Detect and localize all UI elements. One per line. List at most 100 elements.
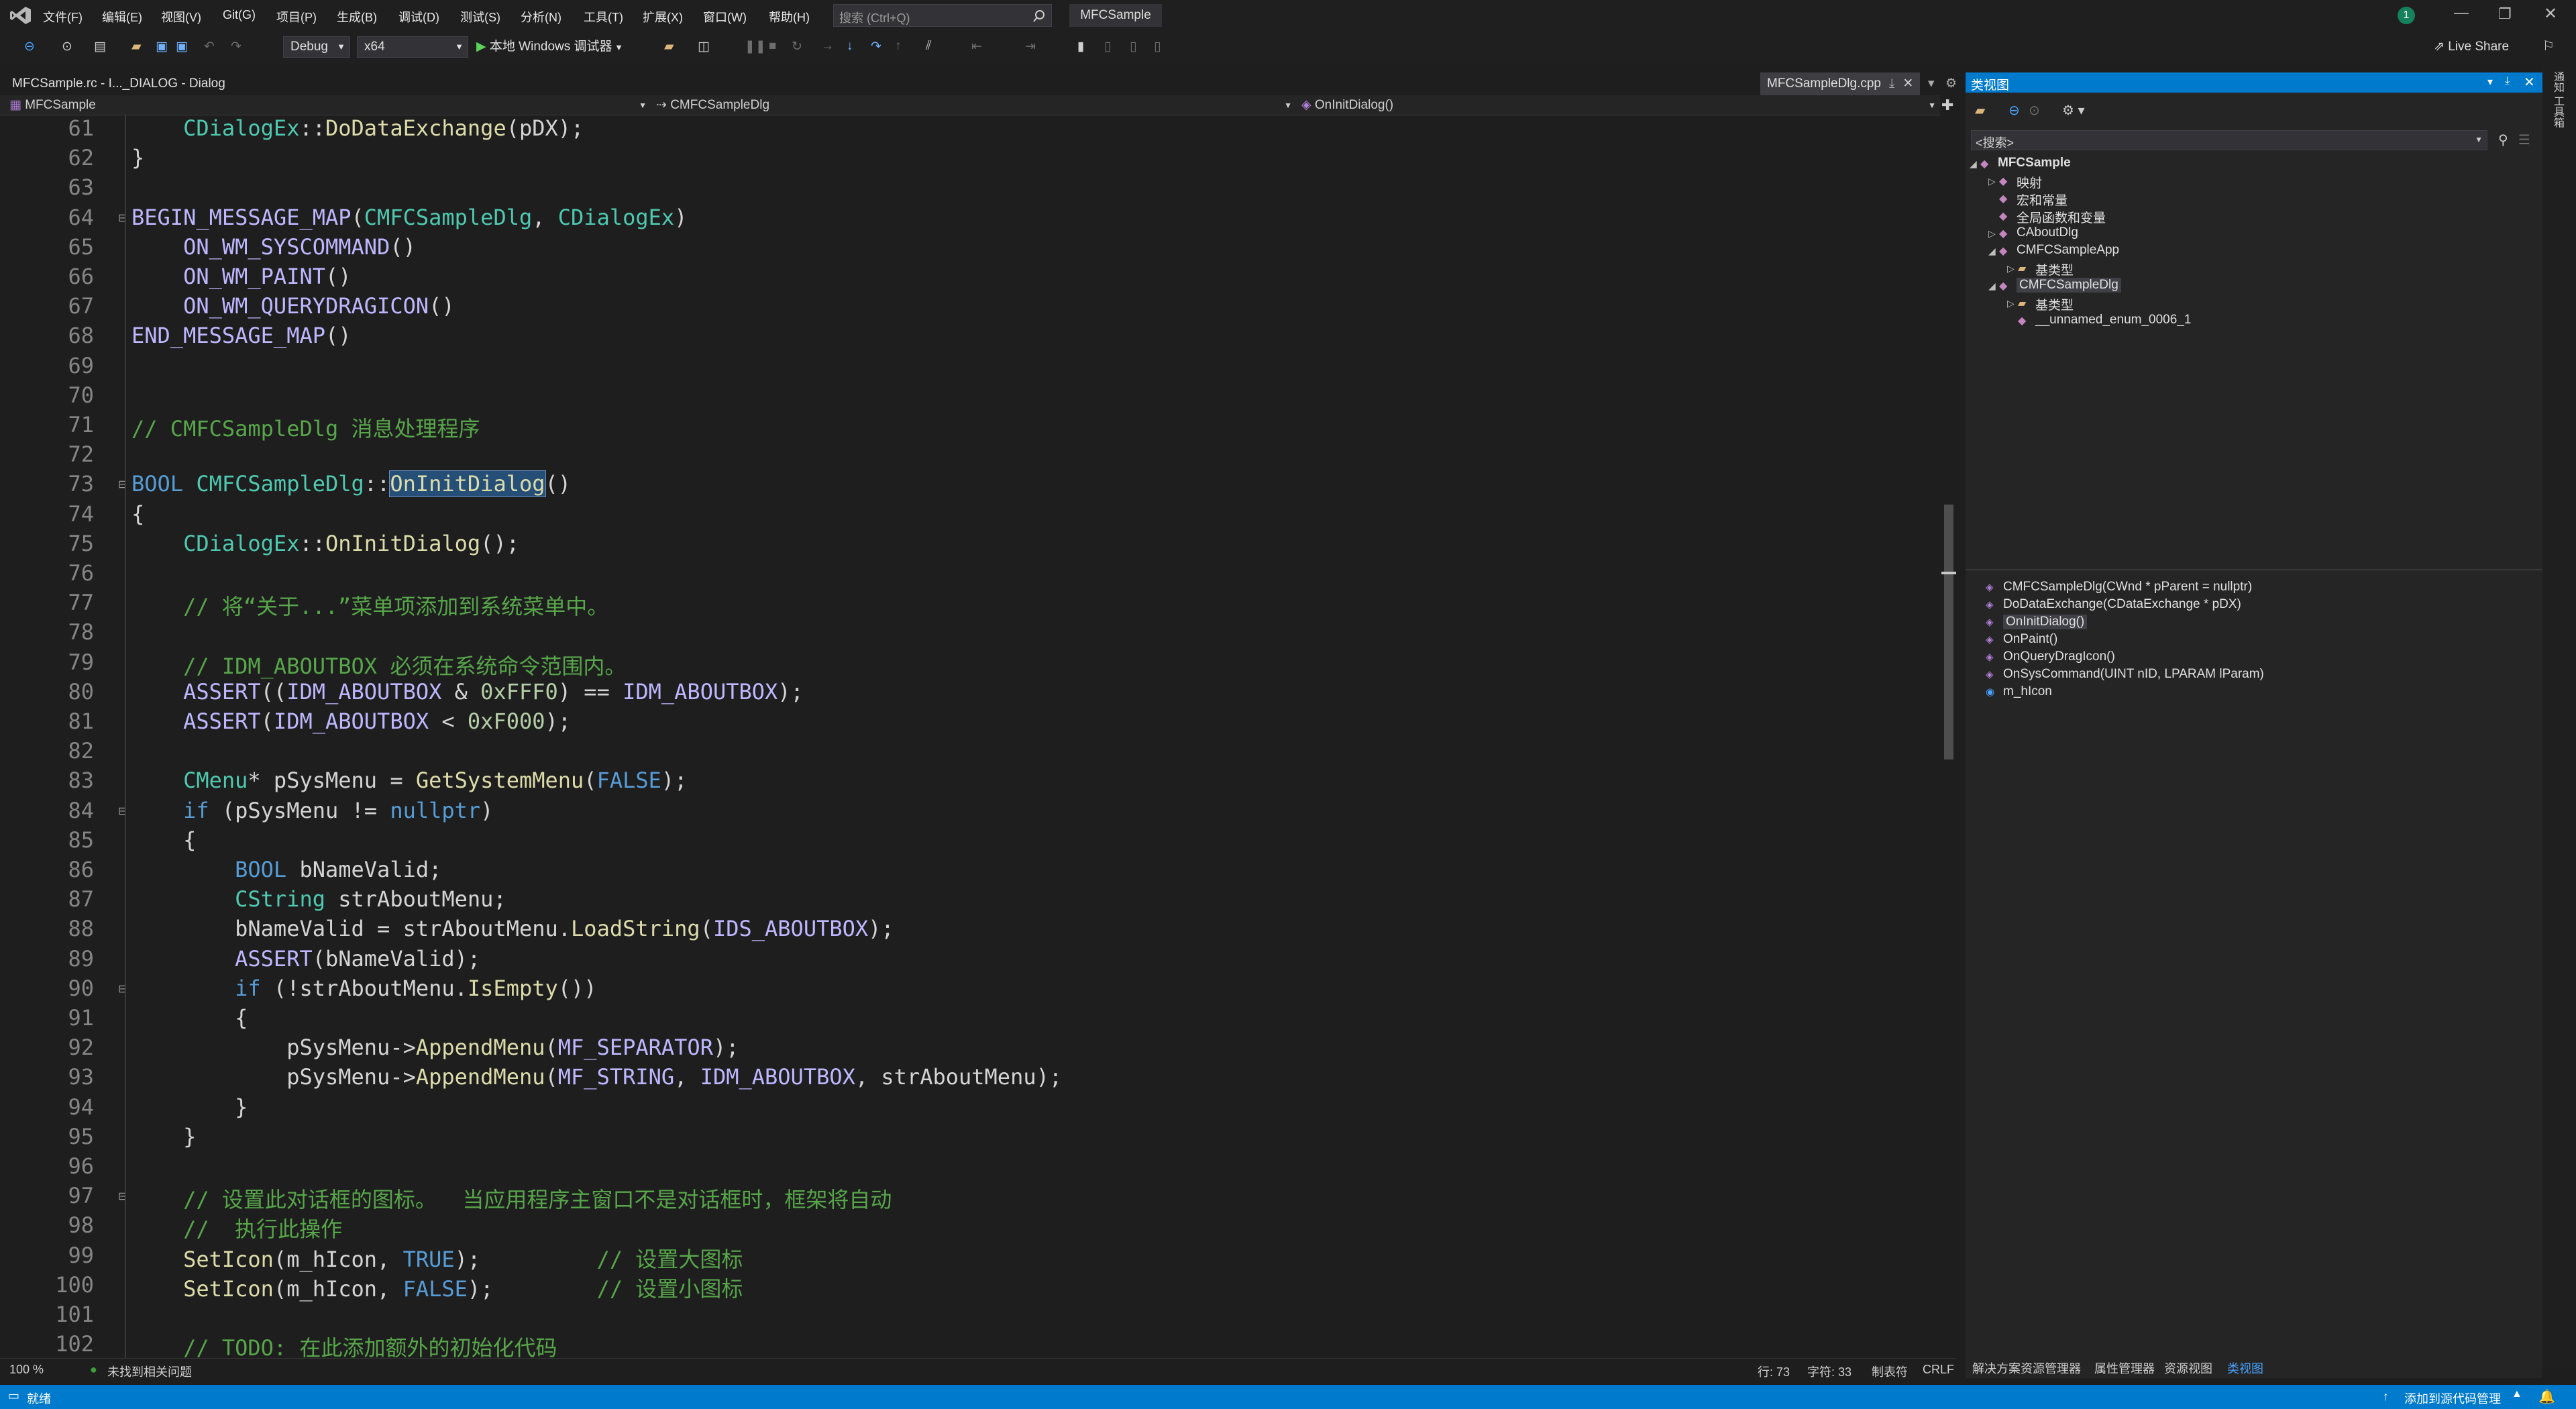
bookmark-icon[interactable]: ▮ xyxy=(1077,39,1084,54)
code-line[interactable]: // 设置此对话框的图标。 当应用程序主窗口不是对话框时，框架将自动 xyxy=(131,1183,892,1214)
filter-icon[interactable]: ☰ xyxy=(2518,132,2530,148)
prev-bookmark-icon[interactable]: ▯ xyxy=(1104,39,1111,54)
back-icon[interactable]: ⊖ xyxy=(24,39,35,54)
redo-icon[interactable]: ↷ xyxy=(231,39,241,54)
menu-item[interactable]: 视图(V) xyxy=(161,8,201,25)
code-line[interactable]: // 执行此操作 xyxy=(131,1212,342,1243)
code-line[interactable]: // IDM_ABOUTBOX 必须在系统命令范围内。 xyxy=(131,649,626,680)
tree-item[interactable]: 宏和常量 xyxy=(2017,191,2068,209)
restart-icon[interactable]: ↻ xyxy=(792,39,802,54)
code-line[interactable]: } xyxy=(131,1094,248,1120)
menu-item[interactable]: 生成(B) xyxy=(337,8,377,25)
tree-item[interactable]: 基类型 xyxy=(2035,295,2074,313)
code-line[interactable]: { xyxy=(131,827,196,853)
class-nav-dropdown[interactable]: ⇢ CMFCSampleDlg ▼ xyxy=(651,95,1296,115)
menu-item[interactable]: 窗口(W) xyxy=(703,8,747,25)
back-icon[interactable]: ⊖ xyxy=(2008,102,2020,119)
code-line[interactable]: ON_WM_SYSCOMMAND() xyxy=(131,234,416,260)
code-line[interactable]: END_MESSAGE_MAP() xyxy=(131,323,352,348)
pin-icon[interactable]: ⤓ xyxy=(2505,75,2510,87)
tab-overflow-icon[interactable]: ▾ xyxy=(1928,72,1935,95)
tab-mfcsampledlg-cpp[interactable]: MFCSampleDlg.cpp ⤓ ✕ xyxy=(1760,72,1921,95)
code-line[interactable]: } xyxy=(131,145,144,170)
menu-item[interactable]: 编辑(E) xyxy=(102,8,142,25)
code-line[interactable]: pSysMenu->AppendMenu(MF_STRING, IDM_ABOU… xyxy=(131,1064,1062,1090)
code-line[interactable]: { xyxy=(131,1005,248,1031)
split-editor-icon[interactable]: ✚ xyxy=(1941,97,1953,114)
outdent-icon[interactable]: ⇥ xyxy=(1025,39,1036,54)
new-folder-icon[interactable]: ▰ xyxy=(1975,102,1985,119)
menu-item[interactable]: Git(G) xyxy=(223,8,256,22)
code-line[interactable]: // 将“关于...”菜单项添加到系统菜单中。 xyxy=(131,590,608,621)
code-line[interactable]: bNameValid = strAboutMenu.LoadString(IDS… xyxy=(131,916,894,941)
close-window-button[interactable]: ✕ xyxy=(2544,4,2557,23)
panel-tab[interactable]: 资源视图 xyxy=(2164,1359,2212,1377)
code-line[interactable]: BEGIN_MESSAGE_MAP(CMFCSampleDlg, CDialog… xyxy=(131,205,687,230)
code-line[interactable]: if (pSysMenu != nullptr) xyxy=(131,798,493,823)
tree-item[interactable]: __unnamed_enum_0006_1 xyxy=(2035,313,2191,327)
code-line[interactable]: ON_WM_PAINT() xyxy=(131,264,351,289)
pause-icon[interactable]: ❚❚ xyxy=(745,39,766,54)
minimize-button[interactable]: — xyxy=(2454,4,2469,21)
tree-item[interactable]: CMFCSampleDlg xyxy=(2017,278,2121,293)
member-item[interactable]: DoDataExchange(CDataExchange * pDX) xyxy=(2003,597,2241,612)
step-into-icon[interactable]: ↓ xyxy=(847,39,853,54)
menu-item[interactable]: 测试(S) xyxy=(460,8,500,25)
config-dropdown[interactable]: Debug ▼ xyxy=(283,36,350,58)
search-icon[interactable]: ⚲ xyxy=(2498,132,2508,148)
code-line[interactable]: ASSERT(bNameValid); xyxy=(131,946,480,972)
live-share-button[interactable]: ⇗ Live Share xyxy=(2434,39,2509,54)
panel-tab[interactable]: 类视图 xyxy=(2227,1359,2263,1377)
tree-item[interactable]: CMFCSampleApp xyxy=(2017,243,2119,258)
settings-gear-icon[interactable]: ⚙ xyxy=(1945,72,1957,95)
menu-item[interactable]: 调试(D) xyxy=(398,8,439,25)
forward-icon[interactable]: ⊙ xyxy=(62,39,72,54)
undo-icon[interactable]: ↶ xyxy=(204,39,215,54)
step-out-icon[interactable]: ↑ xyxy=(895,39,902,54)
restore-button[interactable]: ❐ xyxy=(2498,5,2512,23)
menu-item[interactable]: 分析(N) xyxy=(521,8,561,25)
panel-tab[interactable]: 解决方案资源管理器 xyxy=(1972,1359,2081,1377)
folder-icon[interactable]: ▰ xyxy=(664,39,674,54)
new-project-icon[interactable]: ▤ xyxy=(94,39,106,54)
code-line[interactable]: ON_WM_QUERYDRAGICON() xyxy=(131,293,455,319)
menu-item[interactable]: 帮助(H) xyxy=(769,8,810,25)
expand-arrow-icon[interactable]: ▷ xyxy=(2007,263,2015,274)
step-over-icon[interactable]: ↷ xyxy=(871,39,881,54)
tab-resource-dialog[interactable]: MFCSample.rc - I..._DIALOG - Dialog xyxy=(12,72,225,95)
member-item[interactable]: OnQueryDragIcon() xyxy=(2003,649,2115,664)
menu-item[interactable]: 扩展(X) xyxy=(643,8,683,25)
code-line[interactable]: } xyxy=(131,1124,196,1149)
start-debug-button[interactable]: ▶ 本地 Windows 调试器 ▼ xyxy=(476,36,623,58)
code-line[interactable]: { xyxy=(131,501,144,527)
code-editor[interactable]: 61 CDialogEx::DoDataExchange(pDX); 62} 63 6… xyxy=(0,115,1956,1386)
classview-search-input[interactable]: <搜索> ▼ xyxy=(1971,130,2487,150)
collapse-arrow-icon[interactable]: ◢ xyxy=(1988,280,1996,292)
panel-dropdown-icon[interactable]: ▾ xyxy=(2487,75,2493,89)
feedback-icon[interactable]: ⚐ xyxy=(2542,38,2555,54)
member-item[interactable]: OnSysCommand(UINT nID, LPARAM lParam) xyxy=(2003,667,2264,682)
search-box[interactable]: 搜索 (Ctrl+Q) xyxy=(833,4,1052,27)
tree-item[interactable]: MFCSample xyxy=(1998,156,2071,170)
eol-mode[interactable]: CRLF xyxy=(1923,1363,1954,1377)
member-item[interactable]: OnInitDialog() xyxy=(2003,615,2088,629)
menu-item[interactable]: 项目(P) xyxy=(276,8,317,25)
open-folder-icon[interactable]: ▰ xyxy=(131,39,142,54)
scrollbar-thumb[interactable] xyxy=(1944,505,1953,760)
notification-badge[interactable]: 1 xyxy=(2398,7,2415,24)
indent-icon[interactable]: ⇤ xyxy=(971,39,982,54)
code-line[interactable]: if (!strAboutMenu.IsEmpty()) xyxy=(131,976,596,1001)
code-line[interactable]: // CMFCSampleDlg 消息处理程序 xyxy=(131,412,480,443)
code-line[interactable]: BOOL bNameValid; xyxy=(131,857,441,882)
save-icon[interactable]: ▣ xyxy=(156,39,168,54)
code-line[interactable]: ASSERT((IDM_ABOUTBOX & 0xFFF0) == IDM_AB… xyxy=(131,679,804,704)
issues-status[interactable]: 未找到相关问题 xyxy=(107,1363,192,1380)
menu-item[interactable]: 工具(T) xyxy=(584,8,623,25)
tabs-mode[interactable]: 制表符 xyxy=(1872,1363,1908,1380)
menu-item[interactable]: 文件(F) xyxy=(43,8,83,25)
tree-item[interactable]: CAboutDlg xyxy=(2017,225,2078,240)
toolbox-tab[interactable]: 通知 工具箱 xyxy=(2552,71,2565,127)
vertical-scrollbar[interactable] xyxy=(1941,115,1956,1358)
settings-gear-icon[interactable]: ⚙ ▾ xyxy=(2062,102,2085,119)
splitter[interactable] xyxy=(1966,569,2542,570)
